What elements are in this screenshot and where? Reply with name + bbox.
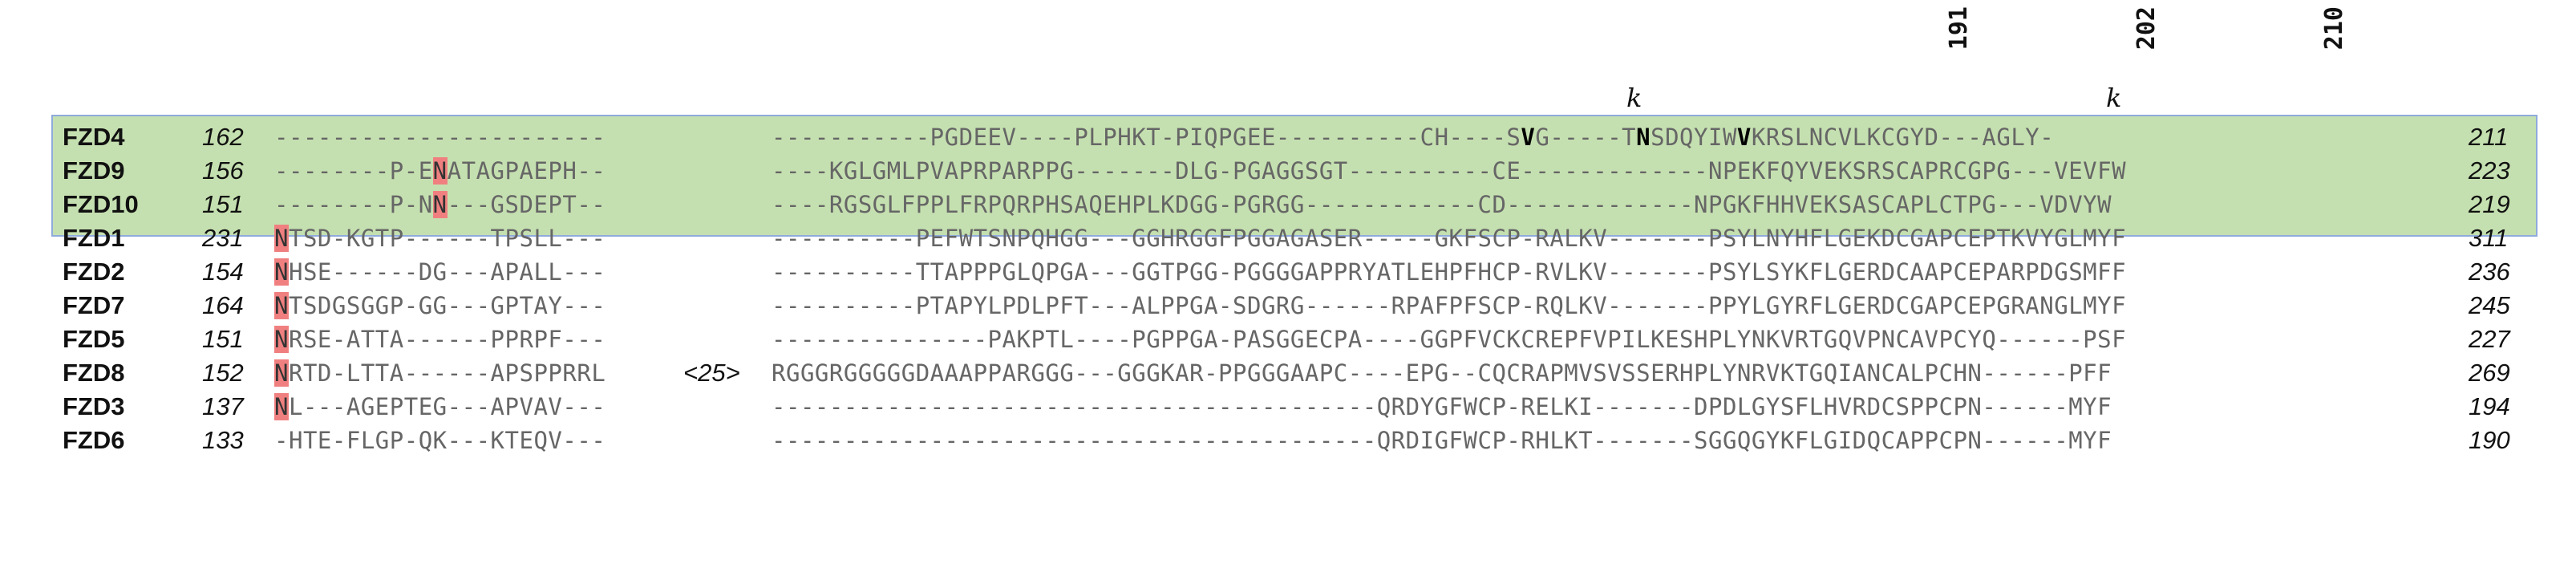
alignment-row-fzd7: FZD7 164 NTSDGSGGP-GG---GPTAY--- ----------… xyxy=(0,289,2576,323)
sequence-name: FZD4 xyxy=(63,123,125,151)
sequence-name: FZD3 xyxy=(63,392,125,420)
alignment-figure: 191 202 210 k k FZD4 162 -----------------… xyxy=(0,0,2576,568)
alignment-row-fzd6: FZD6 133 -HTE-FLGP-QK---KTEQV--- ----------… xyxy=(0,424,2576,457)
start-position: 137 xyxy=(202,392,244,420)
alignment-row-fzd4: FZD4 162 ----------------------- ----------… xyxy=(0,120,2576,154)
sequence-name: FZD5 xyxy=(63,325,125,353)
k-mark-1: k xyxy=(1626,83,1642,113)
k-mark-2: k xyxy=(2106,83,2122,113)
glycosylation-asn-highlight: N xyxy=(432,191,448,218)
sequence-segment-2: ----RGSGLFPPLFRPQRPHSAQEHPLKDGG-PGRGG---… xyxy=(772,191,2112,218)
end-position: 311 xyxy=(2469,224,2509,252)
sequence-segment-2: ----------------------------------------… xyxy=(772,427,2112,454)
glycosylation-asn-highlight: N xyxy=(274,359,289,387)
sequence-name: FZD6 xyxy=(63,426,125,454)
key-residue: V xyxy=(1736,124,1752,151)
key-residue: V xyxy=(1521,124,1536,151)
end-position: 245 xyxy=(2469,291,2510,319)
position-label-202: 202 xyxy=(2132,6,2161,51)
sequence-segment-1: NL---AGEPTEG---APVAV--- xyxy=(274,393,606,420)
sequence-segment-1: NTSDGSGGP-GG---GPTAY--- xyxy=(274,292,606,319)
sequence-segment-2: ----------PEFWTSNPQHGG---GGHRGGFPGGAGASE… xyxy=(772,225,2127,252)
start-position: 133 xyxy=(202,426,244,454)
end-position: 211 xyxy=(2469,123,2509,151)
start-position: 152 xyxy=(202,359,244,387)
sequence-segment-1: NRSE-ATTA------PPRPF--- xyxy=(274,326,606,353)
glycosylation-asn-highlight: N xyxy=(432,157,448,185)
alignment-row-fzd3: FZD3 137 NL---AGEPTEG---APVAV--- ----------… xyxy=(0,390,2576,424)
start-position: 231 xyxy=(202,224,244,252)
alignment-row-fzd1: FZD1 231 NTSD-KGTP------TPSLL--- ----------… xyxy=(0,221,2576,255)
sequence-name: FZD7 xyxy=(63,291,125,319)
sequence-segment-2: ----------PTAPYLPDLPFT---ALPPGA-SDGRG---… xyxy=(772,292,2127,319)
position-label-210: 210 xyxy=(2320,6,2348,51)
start-position: 162 xyxy=(202,123,244,151)
sequence-segment-1: --------P-NN---GSDEPT-- xyxy=(274,191,606,218)
alignment-row-fzd10: FZD10 151 --------P-NN---GSDEPT-- ----RGSGL… xyxy=(0,188,2576,221)
glycosylation-asn-highlight: N xyxy=(274,393,289,420)
sequence-name: FZD2 xyxy=(63,258,125,286)
alignment-row-fzd5: FZD5 151 NRSE-ATTA------PPRPF--- ----------… xyxy=(0,323,2576,356)
end-position: 236 xyxy=(2469,258,2510,286)
key-residue: N xyxy=(1636,124,1651,151)
sequence-segment-1: --------P-ENATAGPAEPH-- xyxy=(274,157,606,185)
sequence-segment-1: -HTE-FLGP-QK---KTEQV--- xyxy=(274,427,606,454)
end-position: 223 xyxy=(2469,156,2510,185)
alignment-row-fzd9: FZD9 156 --------P-ENATAGPAEPH-- ----KGLGML… xyxy=(0,154,2576,188)
glycosylation-asn-highlight: N xyxy=(274,292,289,319)
start-position: 164 xyxy=(202,291,244,319)
sequence-segment-1: NRTD-LTTA------APSPPRRL xyxy=(274,359,606,387)
alignment-row-fzd2: FZD2 154 NHSE------DG---APALL--- ----------… xyxy=(0,255,2576,289)
end-position: 269 xyxy=(2469,359,2510,387)
sequence-segment-2: ----KGLGMLPVAPRPARPPG-------DLG-PGAGGSGT… xyxy=(772,157,2127,185)
sequence-segment-1: NTSD-KGTP------TPSLL--- xyxy=(274,225,606,252)
sequence-segment-2: ---------------PAKPTL----PGPPGA-PASGGECP… xyxy=(772,326,2127,353)
sequence-name: FZD8 xyxy=(63,359,125,387)
sequence-segment-2: ----------------------------------------… xyxy=(772,393,2112,420)
sequence-name: FZD1 xyxy=(63,224,125,252)
start-position: 156 xyxy=(202,156,244,185)
sequence-segment-1: NHSE------DG---APALL--- xyxy=(274,258,606,286)
sequence-segment-2: ----------TTAPPPGLQPGA---GGTPGG-PGGGGAPP… xyxy=(772,258,2127,286)
sequence-name: FZD10 xyxy=(63,190,139,218)
glycosylation-asn-highlight: N xyxy=(274,326,289,353)
start-position: 151 xyxy=(202,190,244,218)
sequence-segment-2: RGGGRGGGGGDAAAPPARGGG---GGGKAR-PPGGGAAPC… xyxy=(772,359,2112,387)
end-position: 194 xyxy=(2469,392,2510,420)
glycosylation-asn-highlight: N xyxy=(274,258,289,286)
position-label-191: 191 xyxy=(1945,6,1973,51)
sequence-segment-1: ----------------------- xyxy=(274,124,606,151)
sequence-segment-2: -----------PGDEEV----PLPHKT-PIQPGEE-----… xyxy=(772,124,2055,151)
glycosylation-asn-highlight: N xyxy=(274,225,289,252)
end-position: 190 xyxy=(2469,426,2510,454)
start-position: 151 xyxy=(202,325,244,353)
start-position: 154 xyxy=(202,258,244,286)
sequence-name: FZD9 xyxy=(63,156,125,185)
end-position: 219 xyxy=(2469,190,2510,218)
insertion-marker: <25> xyxy=(683,359,740,387)
end-position: 227 xyxy=(2469,325,2510,353)
alignment-row-fzd8: FZD8 152 NRTD-LTTA------APSPPRRL <25> RGGGRG… xyxy=(0,356,2576,390)
